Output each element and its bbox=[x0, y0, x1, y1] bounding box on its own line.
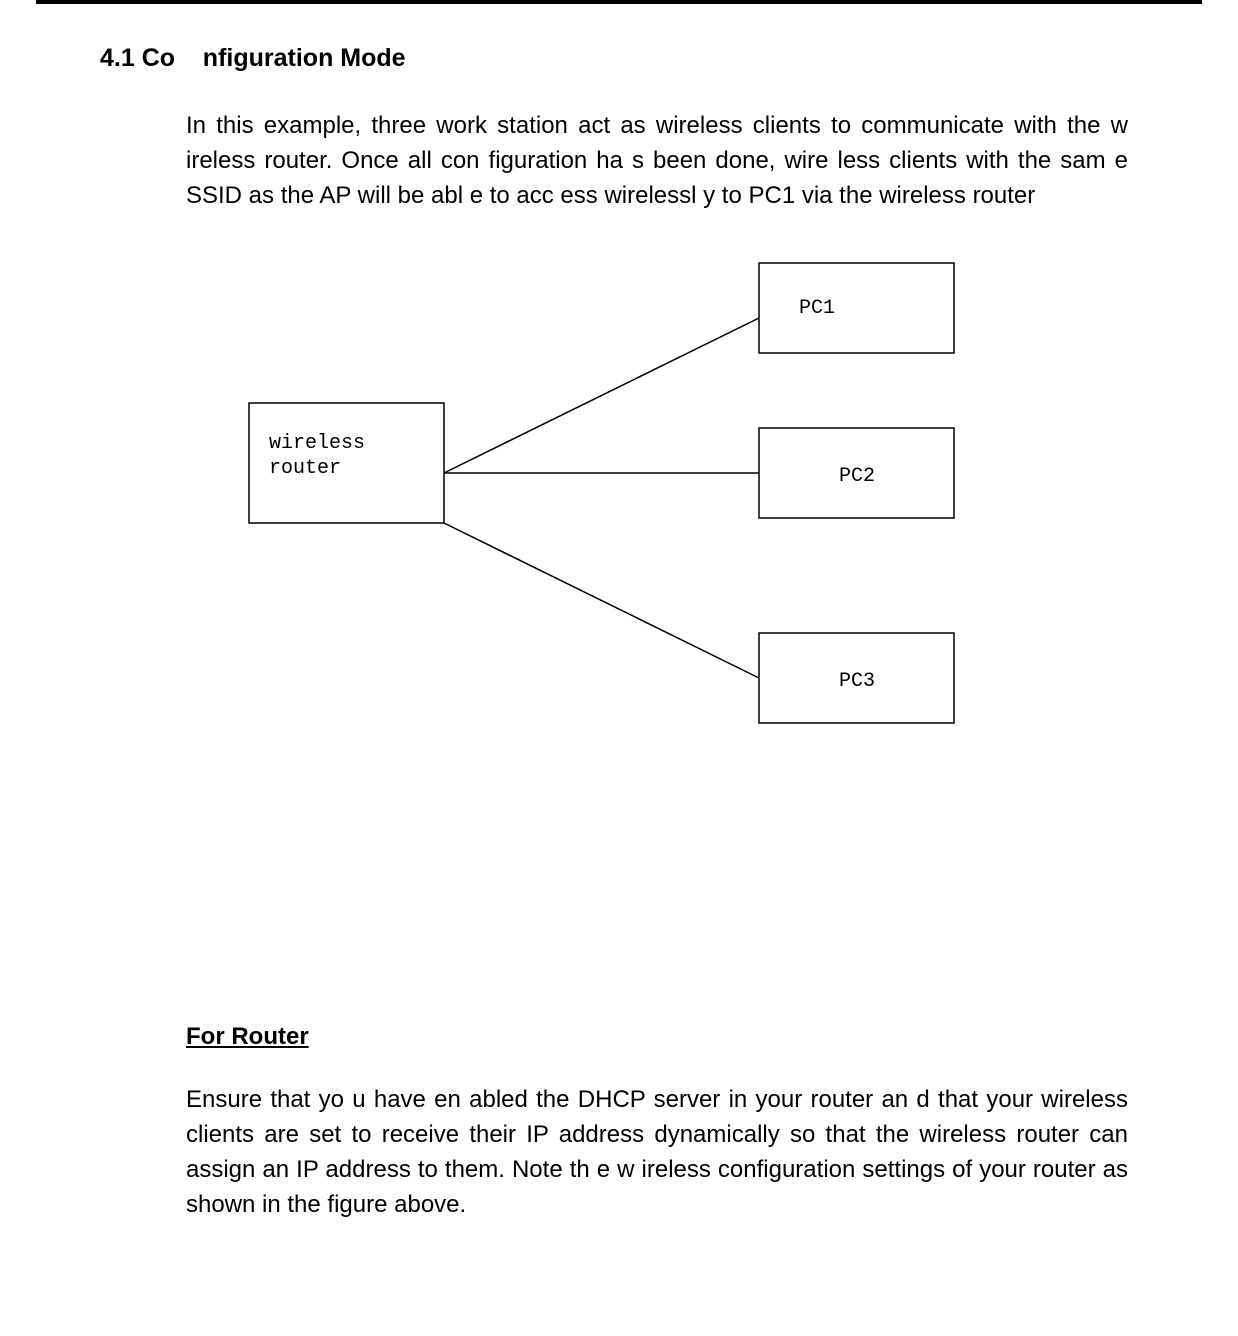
router-paragraph: Ensure that yo u have en abled the DHCP … bbox=[186, 1083, 1128, 1222]
section-heading: 4.1 Co nfiguration Mode bbox=[100, 44, 1138, 73]
edge-router-pc1 bbox=[444, 318, 759, 473]
for-router-subheading: For Router bbox=[186, 1023, 1138, 1051]
pc2-label: PC2 bbox=[839, 465, 875, 488]
network-diagram: wireless router PC1 PC2 PC3 bbox=[100, 253, 1138, 743]
pc1-node bbox=[759, 263, 954, 353]
intro-paragraph: In this example, three work station act … bbox=[186, 109, 1128, 213]
edge-router-pc3 bbox=[444, 523, 759, 678]
router-label-line1: wireless bbox=[269, 432, 365, 455]
page-content: 4.1 Co nfiguration Mode In this example,… bbox=[0, 4, 1238, 1323]
router-label-line2: router bbox=[269, 457, 341, 480]
pc3-label: PC3 bbox=[839, 670, 875, 693]
pc1-label: PC1 bbox=[799, 297, 835, 320]
